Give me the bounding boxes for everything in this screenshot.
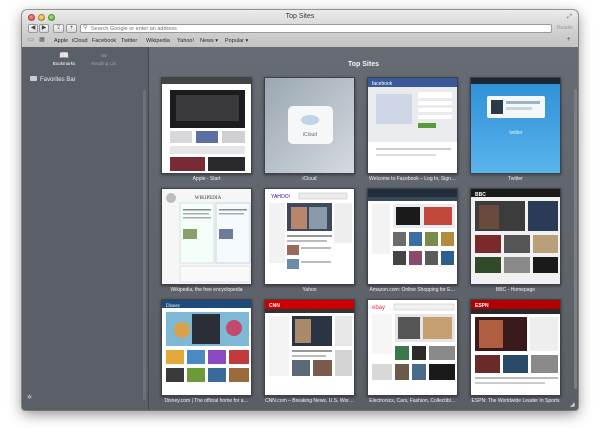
sidebar-scrollbar[interactable] [143, 90, 146, 400]
facebook-logo-text: facebook [372, 81, 393, 87]
top-sites-scrollbar[interactable] [574, 89, 577, 389]
cnn-thumbnail: CNN [265, 300, 354, 395]
disney-logo-text: Disney [166, 304, 181, 309]
bookmark-news[interactable]: News ▾ [200, 37, 218, 45]
sidebar-item-label: Favorites Bar [40, 77, 76, 83]
site-title: BBC - Homepage [495, 287, 536, 293]
forward-arrow-icon[interactable]: ▶ [39, 24, 49, 33]
site-tile-facebook[interactable]: facebook Welcome to Facebook – Log In, S… [367, 77, 458, 187]
site-title: Yahoo [302, 287, 317, 293]
site-thumbnail[interactable]: WIKIPEDIA [161, 188, 252, 285]
espn-thumbnail: ESPN [471, 300, 560, 395]
site-tile-twitter[interactable]: twitter Twitter [470, 77, 561, 187]
add-tab-icon[interactable]: + [564, 36, 573, 44]
tab-bookmarks-label: Bookmarks [52, 61, 76, 66]
page-title: Top Sites [348, 61, 379, 68]
disney-thumbnail: Disney [162, 300, 251, 395]
site-title: CNN.com – Breaking News, U.S, Wor… [265, 398, 354, 404]
icloud-thumbnail: iCloud [265, 78, 354, 173]
book-icon: 📖 [59, 51, 69, 60]
address-input[interactable] [91, 25, 531, 32]
site-thumbnail[interactable]: CNN [264, 299, 355, 396]
site-tile-amazon[interactable]: Amazon.com: Online Shopping for E… [367, 188, 458, 298]
site-thumbnail[interactable]: twitter [470, 77, 561, 174]
site-tile-yahoo[interactable]: YAHOO! Yahoo [264, 188, 355, 298]
fullscreen-icon[interactable]: ⤢ [566, 14, 573, 21]
reader-button[interactable]: Reader [555, 24, 575, 33]
amazon-thumbnail [368, 189, 457, 284]
site-title: Twitter [508, 176, 523, 182]
wikipedia-logo-text: WIKIPEDIA [195, 196, 222, 201]
espn-logo-text: ESPN [475, 303, 489, 309]
share-icon[interactable]: ⇪ [53, 24, 64, 33]
site-title: Wikipedia, the free encyclopedia [170, 287, 243, 293]
site-thumbnail[interactable] [367, 188, 458, 285]
twitter-thumbnail: twitter [471, 78, 560, 173]
bbc-logo-text: BBC [475, 192, 486, 198]
icloud-logo-text: iCloud [303, 132, 317, 138]
site-tile-espn[interactable]: ESPN ESPN: The Worldwide Leader In Sport… [470, 299, 561, 409]
yahoo-thumbnail: YAHOO! [265, 189, 354, 284]
glasses-icon: ∞ [101, 51, 107, 60]
gear-icon[interactable]: ✲ [27, 394, 32, 401]
window-title: Top Sites [285, 13, 315, 20]
site-tile-wikipedia[interactable]: WIKIPEDIA Wikipedia, the free encycloped… [161, 188, 252, 298]
site-tile-disney[interactable]: Disney Disney.com | The official home fo… [161, 299, 252, 409]
bookmark-apple[interactable]: Apple [54, 37, 68, 45]
top-sites-icon[interactable]: ▦ [38, 37, 46, 44]
bookmark-popular[interactable]: Popular ▾ [225, 37, 248, 45]
bookmark-icloud[interactable]: iCloud [72, 37, 88, 45]
site-tile-bbc[interactable]: BBC BBC - Homepage [470, 188, 561, 298]
back-arrow-icon[interactable]: ◀ [28, 24, 38, 33]
add-icon[interactable]: + [66, 24, 77, 33]
bookmark-yahoo[interactable]: Yahoo! [177, 37, 194, 45]
folder-icon [30, 75, 37, 81]
site-thumbnail[interactable]: iCloud [264, 77, 355, 174]
tab-reading-list[interactable]: ∞ Reading List [84, 51, 124, 67]
tab-reading-list-label: Reading List [91, 61, 117, 66]
site-title: Electronics, Cars, Fashion, Collectibl… [369, 398, 456, 404]
facebook-thumbnail: facebook [368, 78, 457, 173]
site-thumbnail[interactable]: BBC [470, 188, 561, 285]
ebay-logo-text: ebay [372, 305, 385, 311]
site-thumbnail[interactable]: ebay [367, 299, 458, 396]
site-tile-icloud[interactable]: iCloud iCloud [264, 77, 355, 187]
safari-window: Top Sites ⤢ ◀ ▶ ⇪ + ⚲ Reader ▭ ▦ Apple i… [22, 10, 578, 410]
site-title: iCloud [302, 176, 317, 182]
sidebar-item-favorites-bar[interactable]: Favorites Bar [30, 75, 76, 84]
site-title: Disney.com | The official home for a… [164, 398, 249, 404]
site-tile-ebay[interactable]: ebay Electronics, Cars, Fashion, Collect… [367, 299, 458, 409]
address-bar[interactable]: ⚲ [80, 24, 552, 33]
site-title: Apple - Start [192, 176, 221, 182]
bookmark-facebook[interactable]: Facebook [92, 37, 116, 45]
site-tile-cnn[interactable]: CNN CNN.com – Breaking News, U.S, Wor… [264, 299, 355, 409]
site-title: ESPN: The Worldwide Leader In Sports [471, 398, 560, 404]
search-icon: ⚲ [83, 25, 88, 31]
site-thumbnail[interactable]: YAHOO! [264, 188, 355, 285]
bookmarks-sidebar: 📖 Bookmarks ∞ Reading List Favorites Bar… [22, 47, 149, 410]
resize-handle-icon[interactable]: ◢ [570, 402, 576, 408]
tab-bookmarks[interactable]: 📖 Bookmarks [44, 51, 84, 67]
bookmark-wikipedia[interactable]: Wikipedia [146, 37, 170, 45]
yahoo-logo-text: YAHOO! [271, 194, 290, 200]
site-thumbnail[interactable] [161, 77, 252, 174]
site-thumbnail[interactable]: Disney [161, 299, 252, 396]
site-thumbnail[interactable]: facebook [367, 77, 458, 174]
twitter-logo-text: twitter [509, 130, 523, 136]
bookmarks-bar: ▭ ▦ Apple iCloud Facebook Twitter Wikipe… [22, 36, 578, 46]
cnn-logo-text: CNN [269, 303, 280, 309]
ebay-thumbnail: ebay [368, 300, 457, 395]
wikipedia-thumbnail: WIKIPEDIA [162, 189, 251, 284]
site-tile-apple[interactable]: Apple - Start [161, 77, 252, 187]
site-title: Amazon.com: Online Shopping for E… [369, 287, 456, 293]
apple-thumbnail [162, 78, 251, 173]
top-sites-view: Top Sites Apple - Start iCloud iCloud fa… [149, 47, 578, 410]
bbc-thumbnail: BBC [471, 189, 560, 284]
site-thumbnail[interactable]: ESPN [470, 299, 561, 396]
bookmark-twitter[interactable]: Twitter [121, 37, 137, 45]
site-title: Welcome to Facebook – Log In, Sign… [369, 176, 456, 182]
sidebar-icon[interactable]: ▭ [27, 37, 35, 44]
title-bar: Top Sites ⤢ ◀ ▶ ⇪ + ⚲ Reader ▭ ▦ Apple i… [22, 10, 578, 48]
